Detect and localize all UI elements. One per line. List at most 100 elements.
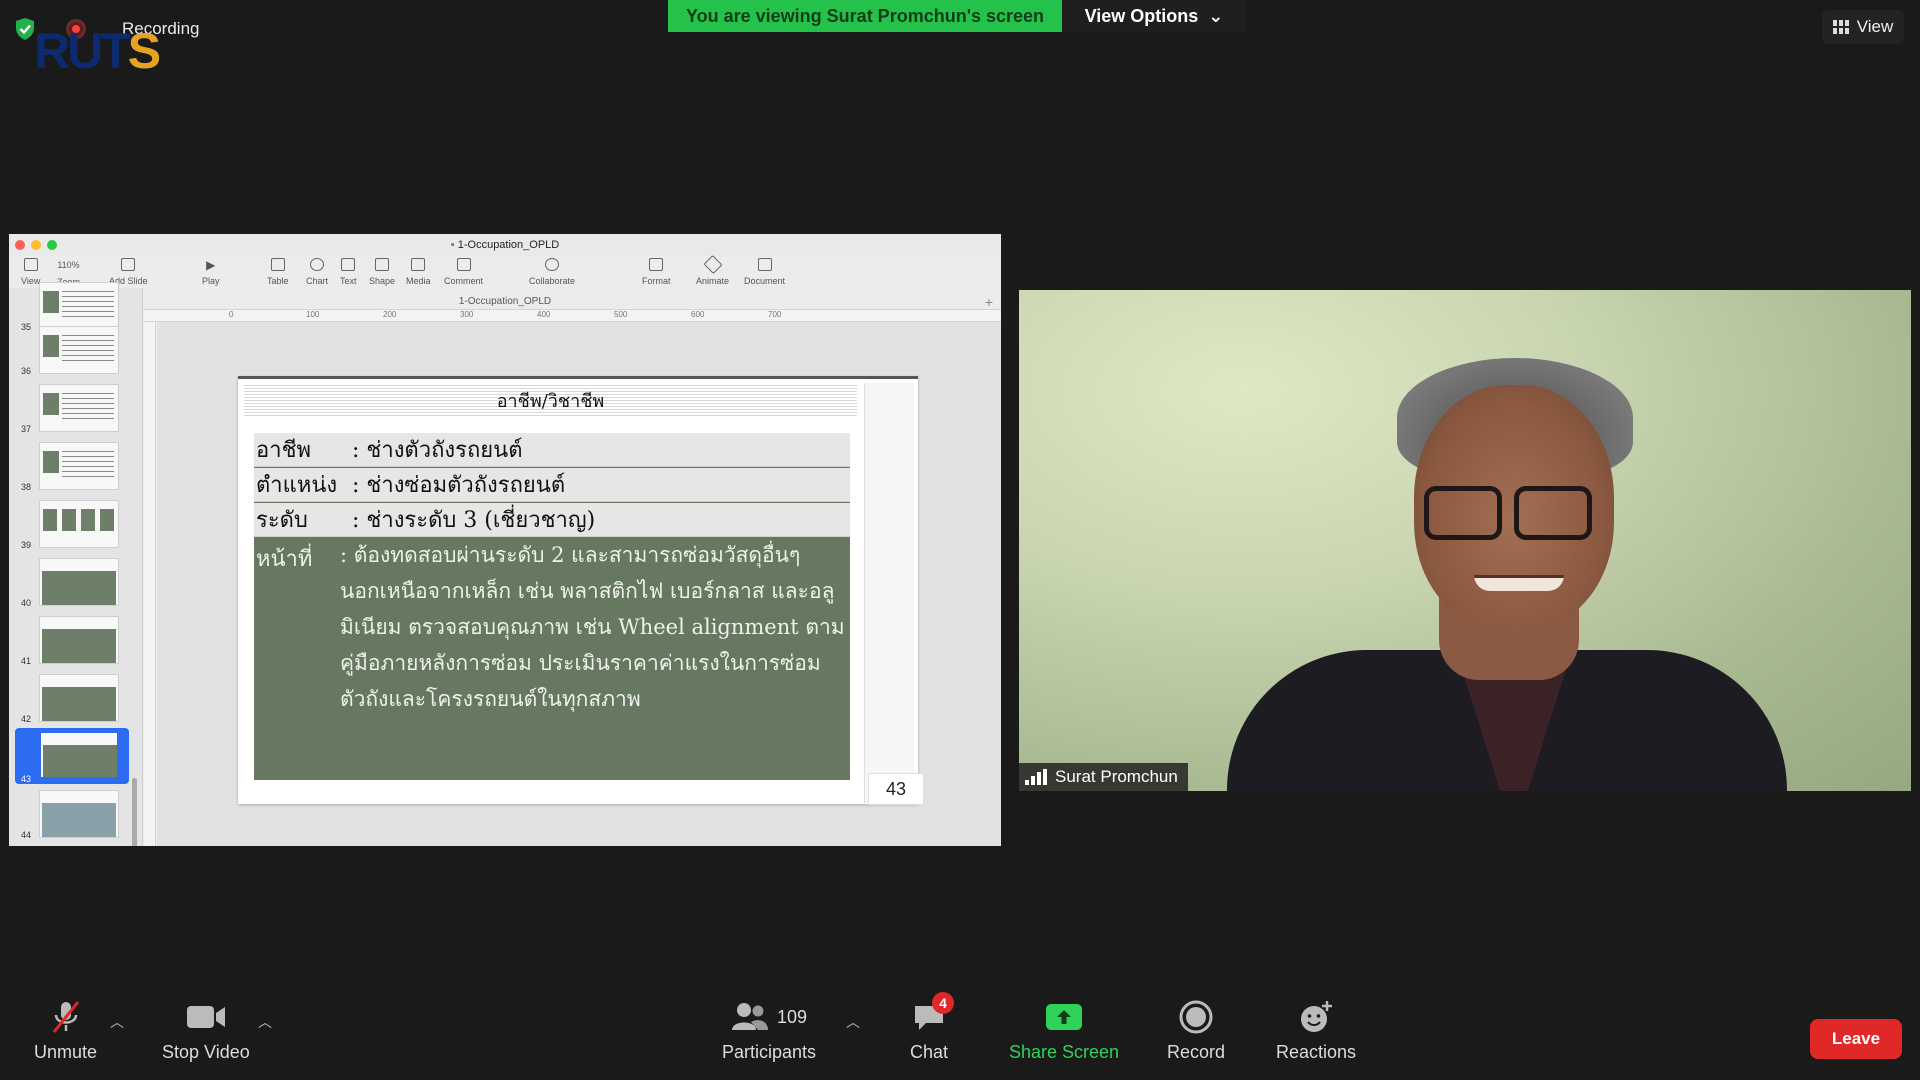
ruler-mark: 300: [460, 310, 474, 319]
slide-thumb-number: 40: [21, 598, 32, 608]
slide-thumb[interactable]: 35: [15, 282, 129, 332]
leave-button[interactable]: Leave: [1810, 1019, 1902, 1059]
play-tool[interactable]: ▶ Play: [202, 258, 220, 286]
slide-thumb-image: [39, 500, 119, 548]
slide-thumb[interactable]: 42: [15, 674, 129, 724]
slide-thumb-image: [39, 616, 119, 664]
audio-options-caret-icon[interactable]: ︿: [110, 1012, 124, 1032]
position-key: ตำแหน่ง: [256, 473, 338, 498]
chat-label: Chat: [910, 1042, 949, 1062]
duty-key: หน้าที่: [256, 547, 313, 572]
slide-thumb-image: [39, 326, 119, 374]
occupation-value: : ช่างตัวถังรถยนต์: [352, 438, 523, 463]
slide-thumb-image: [39, 731, 119, 779]
slide-thumb-number: 41: [21, 656, 32, 666]
sidebar-icon: [23, 258, 38, 271]
plus-icon[interactable]: +: [985, 294, 993, 310]
shape-tool[interactable]: Shape: [369, 258, 395, 286]
level-key: ระดับ: [256, 508, 308, 533]
share-screen-label: Share Screen: [1009, 1042, 1120, 1062]
slide-thumb-image: [39, 282, 119, 330]
slide-thumb[interactable]: 36: [15, 326, 129, 376]
slide-canvas[interactable]: อาชีพ/วิชาชีพ อาชีพ : ช่างตัวถังรถยนต์ ต…: [157, 322, 1001, 846]
unmute-button[interactable]: Unmute: [34, 998, 97, 1063]
slide-title: อาชีพ/วิชาชีพ: [244, 383, 857, 417]
level-value: : ช่างระดับ 3 (เชี่ยวชาญ): [352, 508, 596, 533]
grid-view-icon: [1832, 20, 1849, 34]
reactions-button[interactable]: Reactions: [1276, 998, 1356, 1063]
shape-icon: [375, 258, 390, 271]
ruler-mark: 500: [614, 310, 628, 319]
slide-thumb-image: [39, 790, 119, 838]
video-camera-icon: [186, 998, 226, 1036]
ruler-mark: 100: [306, 310, 320, 319]
record-icon: [1179, 998, 1213, 1036]
view-button[interactable]: View: [1822, 10, 1904, 44]
chat-unread-badge: 4: [932, 992, 955, 1014]
participants-caret-icon[interactable]: ︿: [846, 1012, 860, 1032]
slide-thumb[interactable]: 44: [15, 790, 129, 840]
zoom-value: 110%: [57, 260, 80, 270]
view-options-button[interactable]: View Options ⌄: [1062, 0, 1246, 32]
collaborate-tool[interactable]: Collaborate: [529, 258, 575, 286]
record-label: Record: [1167, 1042, 1226, 1062]
ruler-mark: 0: [229, 310, 234, 319]
slide-thumb[interactable]: 37: [15, 384, 129, 434]
document-tool[interactable]: Document: [744, 258, 785, 286]
occupation-card: อาชีพ : ช่างตัวถังรถยนต์ ตำแหน่ง : ช่างซ…: [254, 433, 850, 780]
chat-button[interactable]: 4 Chat: [910, 992, 955, 1063]
occupation-key: อาชีพ: [256, 438, 311, 463]
record-button[interactable]: Record: [1167, 998, 1225, 1063]
comment-tool[interactable]: Comment: [444, 258, 483, 286]
slide-thumb[interactable]: 38: [15, 442, 129, 492]
slide-thumb-selected[interactable]: 43: [15, 728, 129, 784]
document-tab[interactable]: 1-Occupation_OPLD +: [9, 294, 1001, 310]
text-label: Text: [340, 276, 357, 286]
slide-thumb[interactable]: 40: [15, 558, 129, 608]
minimize-window-icon[interactable]: [31, 240, 41, 250]
media-label: Media: [406, 276, 431, 286]
maximize-window-icon[interactable]: [47, 240, 57, 250]
share-screen-button[interactable]: Share Screen: [1009, 998, 1119, 1063]
view-label: View: [1856, 17, 1894, 36]
media-icon: [411, 258, 426, 271]
close-window-icon[interactable]: [15, 240, 25, 250]
format-tool[interactable]: Format: [642, 258, 671, 286]
table-icon: [270, 258, 285, 271]
comment-icon: [456, 258, 471, 271]
navigator-scrollbar[interactable]: [132, 778, 137, 846]
slide-thumb[interactable]: 41: [15, 616, 129, 666]
stop-video-button[interactable]: Stop Video: [162, 998, 250, 1063]
animate-tool[interactable]: Animate: [696, 254, 730, 286]
logo-text-right: S: [127, 23, 161, 79]
current-slide[interactable]: อาชีพ/วิชาชีพ อาชีพ : ช่างตัวถังรถยนต์ ต…: [238, 376, 924, 805]
signal-strength-icon: [1025, 769, 1047, 785]
media-tool[interactable]: Media: [406, 258, 431, 286]
table-tool[interactable]: Table: [267, 258, 289, 286]
muted-microphone-icon: [48, 998, 84, 1036]
document-tab-label: 1-Occupation_OPLD: [458, 296, 552, 307]
format-brush-icon: [649, 258, 664, 271]
participant-video[interactable]: Surat Promchun: [1019, 290, 1911, 791]
keynote-toolbar: View 110%Zoom Add Slide ▶Play Table Char…: [9, 254, 1001, 296]
participants-button[interactable]: 109 Participants: [722, 998, 816, 1063]
slide-thumb-number: 39: [21, 540, 32, 550]
participant-name: Surat Promchun: [1055, 767, 1178, 786]
vertical-ruler: [144, 322, 156, 846]
text-tool[interactable]: Text: [340, 258, 357, 286]
collaborate-label: Collaborate: [529, 276, 576, 286]
collaborate-icon: [545, 258, 560, 271]
slide-thumb[interactable]: 39: [15, 500, 129, 550]
video-options-caret-icon[interactable]: ︿: [258, 1012, 272, 1032]
chart-tool[interactable]: Chart: [306, 258, 328, 286]
animate-label: Animate: [696, 276, 730, 286]
shared-keynote-window: ▪ 1-Occupation_OPLD View 110%Zoom Add Sl…: [9, 234, 1001, 846]
chat-icon: 4: [912, 992, 955, 1036]
stop-video-label: Stop Video: [162, 1042, 250, 1062]
occupation-row: อาชีพ : ช่างตัวถังรถยนต์: [254, 433, 850, 467]
table-label: Table: [267, 276, 289, 286]
comment-label: Comment: [444, 276, 484, 286]
slide-thumb-number: 43: [21, 774, 32, 784]
ruler-mark: 600: [691, 310, 705, 319]
slide-thumb-image: [39, 384, 119, 432]
